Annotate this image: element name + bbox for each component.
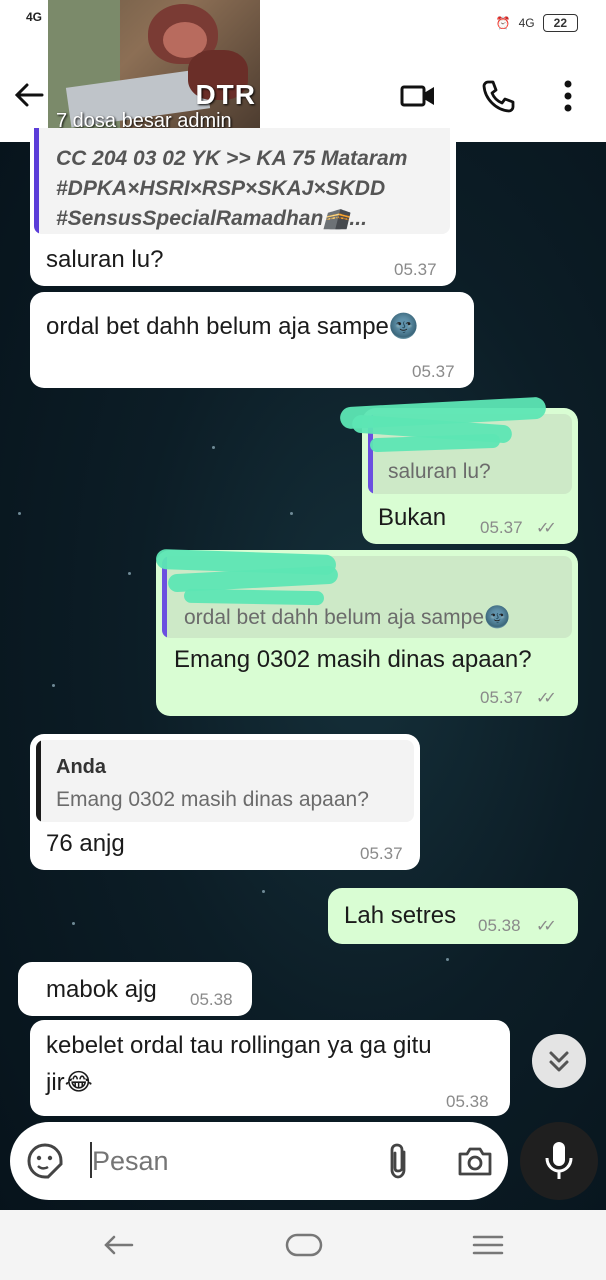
message-text-line: kebelet ordal tau rollingan ya ga gitu — [46, 1032, 432, 1059]
message-text: ordal bet dahh belum aja sampe🌚 — [46, 313, 419, 340]
thumbnail-title: DTR — [195, 79, 256, 110]
message-text: saluran lu? — [46, 246, 164, 273]
forwarded-preview: CC 204 03 02 YK >> KA 75 Mataram #DPKA×H… — [34, 128, 450, 234]
nav-recents-icon[interactable] — [468, 1228, 508, 1262]
wallpaper-star — [262, 890, 265, 893]
forwarded-line: #DPKA×HSRI×RSP×SKAJ×SKDD — [56, 177, 386, 200]
message-time: 05.37 — [394, 260, 437, 279]
message-bubble-incoming[interactable]: CC 204 03 02 YK >> KA 75 Mataram #DPKA×H… — [30, 128, 456, 286]
phone-icon[interactable] — [478, 76, 518, 116]
message-time: 05.37 — [360, 844, 403, 863]
quote-text: ordal bet dahh belum aja sampe🌚 — [184, 606, 511, 629]
message-bubble-incoming[interactable]: ordal bet dahh belum aja sampe🌚 05.37 — [30, 292, 474, 388]
read-ticks-icon: ✓✓ — [536, 918, 557, 935]
message-input[interactable] — [92, 1146, 372, 1177]
quote-author: Anda — [56, 756, 106, 778]
wallpaper-star — [290, 512, 293, 515]
system-navigation-bar — [0, 1210, 606, 1280]
wallpaper-star — [18, 512, 21, 515]
read-ticks-icon: ✓✓ — [536, 690, 557, 707]
message-text: 76 anjg — [46, 830, 125, 857]
message-bubble-outgoing[interactable]: Lah setres 05.38 ✓✓ — [328, 888, 578, 944]
wallpaper-star — [212, 446, 215, 449]
quote-text: saluran lu? — [388, 460, 491, 483]
mic-button[interactable] — [520, 1122, 598, 1200]
nav-home-icon[interactable] — [284, 1228, 324, 1262]
message-bubble-incoming[interactable]: kebelet ordal tau rollingan ya ga gitu j… — [30, 1020, 510, 1116]
status-right: ⏰ 4G 22 — [496, 14, 578, 32]
alarm-icon: ⏰ — [495, 16, 511, 30]
wallpaper-star — [52, 684, 55, 687]
nav-back-icon[interactable] — [98, 1228, 138, 1262]
message-time: 05.37 — [480, 518, 523, 537]
quote-bar — [36, 740, 41, 822]
camera-icon[interactable] — [456, 1142, 494, 1180]
status-network-right: 4G — [518, 16, 535, 30]
quote-bar — [34, 128, 39, 234]
message-text-line: jir😂 — [46, 1069, 93, 1096]
forwarded-line: #SensusSpecialRamadhan🕋... — [56, 207, 367, 230]
wallpaper-star — [128, 572, 131, 575]
wallpaper-star — [72, 922, 75, 925]
battery-indicator: 22 — [542, 14, 578, 32]
video-call-icon[interactable] — [398, 76, 438, 116]
message-text: Bukan — [378, 504, 447, 531]
message-time: 05.38 — [446, 1092, 489, 1111]
message-time: 05.38 — [190, 990, 233, 1009]
message-text: Lah setres — [344, 902, 457, 929]
mic-icon — [545, 1142, 573, 1179]
quote-text: Emang 0302 masih dinas apaan? — [56, 788, 369, 811]
forwarded-line: CC 204 03 02 YK >> KA 75 Mataram — [56, 147, 408, 170]
chevrons-down-icon[interactable] — [532, 1034, 586, 1088]
message-time: 05.37 — [412, 362, 455, 381]
status-network-left: 4G — [26, 10, 43, 24]
message-composer[interactable] — [10, 1122, 508, 1200]
redaction-scribble — [183, 588, 325, 606]
message-text: Emang 0302 masih dinas apaan? — [174, 646, 532, 673]
arrow-left-icon[interactable] — [12, 78, 46, 112]
message-time: 05.38 — [478, 916, 521, 935]
paperclip-icon[interactable] — [382, 1142, 416, 1180]
quoted-message[interactable]: Anda Emang 0302 masih dinas apaan? — [36, 740, 414, 822]
more-vert-icon[interactable] — [548, 76, 588, 116]
chat-header: 4G ⏰ 4G 22 DTR 7 dosa besar admin — [0, 0, 606, 142]
sticker-icon[interactable] — [26, 1142, 64, 1180]
message-bubble-incoming[interactable]: Anda Emang 0302 masih dinas apaan? 76 an… — [30, 734, 420, 870]
read-ticks-icon: ✓✓ — [536, 520, 557, 537]
message-bubble-incoming[interactable]: mabok ajg 05.38 — [18, 962, 252, 1016]
message-text: mabok ajg — [46, 976, 157, 1003]
chat-avatar-thumbnail[interactable]: DTR 7 dosa besar admin — [48, 0, 260, 137]
wallpaper-star — [446, 958, 449, 961]
message-time: 05.37 — [480, 688, 523, 707]
